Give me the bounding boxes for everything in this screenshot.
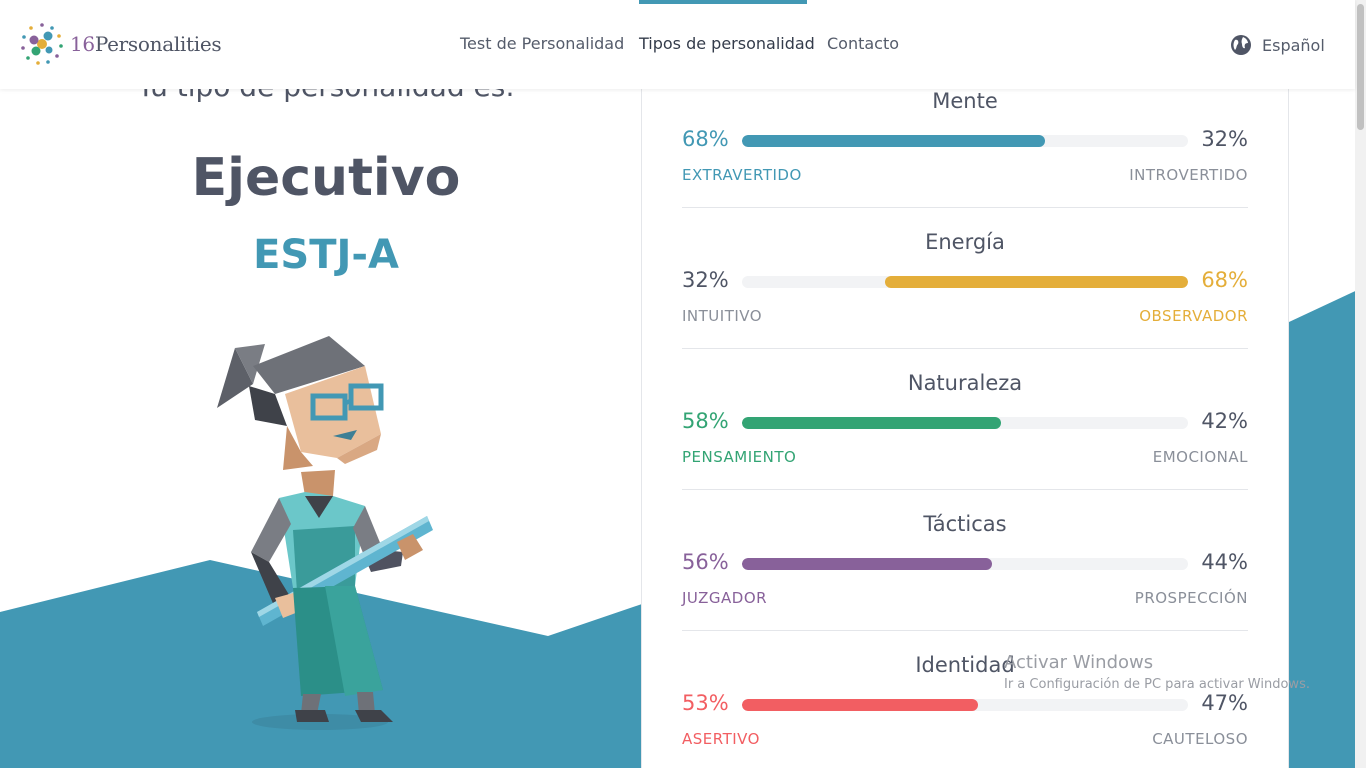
trait-bar-track: [742, 558, 1188, 570]
nav-item-contact[interactable]: Contacto: [827, 34, 899, 53]
trait-divider: [682, 348, 1248, 349]
trait-bar-fill: [742, 558, 992, 570]
trait-bar-track: [742, 276, 1188, 288]
logo-dots-icon: [21, 23, 63, 65]
watermark-title: Activar Windows: [1004, 652, 1154, 673]
scrollbar-thumb[interactable]: [1357, 4, 1364, 130]
page-scrollbar[interactable]: [1355, 0, 1366, 768]
trait-title: Mente: [932, 89, 998, 113]
brand-name: 16Personalities: [70, 32, 222, 56]
trait-right-percent: 44%: [1201, 550, 1248, 574]
watermark-subtitle: Ir a Configuración de PC para activar Wi…: [1004, 677, 1310, 692]
site-header: 16Personalities Test de Personalidad Tip…: [0, 0, 1355, 89]
trait-divider: [682, 489, 1248, 490]
language-selector[interactable]: Español: [1230, 34, 1325, 56]
trait-bar-track: [742, 417, 1188, 429]
personality-type-code: ESTJ-A: [253, 232, 399, 278]
trait-title: Energía: [925, 230, 1005, 254]
trait-bar-track: [742, 699, 1188, 711]
trait-title: Naturaleza: [907, 371, 1023, 395]
trait-right-percent: 42%: [1201, 409, 1248, 433]
trait-divider: [682, 207, 1248, 208]
nav-item-personality-test[interactable]: Test de Personalidad: [460, 34, 624, 53]
trait-left-percent: 58%: [682, 409, 729, 433]
trait-right-label: PROSPECCIÓN: [1134, 589, 1248, 607]
trait-title: Tácticas: [923, 512, 1007, 536]
trait-right-percent: 32%: [1201, 127, 1248, 151]
brand-logo[interactable]: 16Personalities: [20, 22, 222, 66]
trait-energy: Energía 32% 68% INTUITIVO OBSERVADOR: [682, 230, 1248, 371]
trait-left-percent: 56%: [682, 550, 729, 574]
trait-left-percent: 68%: [682, 127, 729, 151]
trait-bar-track: [742, 135, 1188, 147]
trait-right-label: INTROVERTIDO: [1129, 166, 1248, 184]
trait-left-percent: 53%: [682, 691, 729, 715]
trait-right-label: EMOCIONAL: [1152, 448, 1248, 466]
trait-bar-fill: [742, 135, 1046, 147]
active-nav-indicator: [639, 0, 807, 4]
globe-icon: [1231, 35, 1251, 55]
trait-nature: Naturaleza 58% 42% PENSAMIENTO EMOCIONAL: [682, 371, 1248, 512]
trait-left-label: EXTRAVERTIDO: [682, 166, 802, 184]
trait-right-percent: 47%: [1201, 691, 1248, 715]
trait-right-label: OBSERVADOR: [1139, 307, 1248, 325]
trait-tactics: Tácticas 56% 44% JUZGADOR PROSPECCIÓN: [682, 512, 1248, 653]
trait-left-label: JUZGADOR: [682, 589, 768, 607]
trait-left-label: ASERTIVO: [682, 730, 760, 748]
personality-type-name: Ejecutivo: [191, 148, 461, 208]
nav-item-personality-types[interactable]: Tipos de personalidad: [639, 34, 815, 53]
trait-bar-fill: [742, 417, 1001, 429]
trait-divider: [682, 630, 1248, 631]
trait-left-label: INTUITIVO: [682, 307, 763, 325]
trait-bar-fill: [742, 699, 979, 711]
trait-mind: Mente 68% 32% EXTRAVERTIDO INTROVERTIDO: [682, 89, 1248, 230]
trait-right-label: CAUTELOSO: [1152, 730, 1248, 748]
windows-activation-watermark: Activar Windows Ir a Configuración de PC…: [1004, 652, 1310, 692]
executive-avatar-illustration: [217, 336, 433, 730]
trait-right-percent: 68%: [1201, 268, 1248, 292]
language-label: Español: [1262, 35, 1325, 55]
trait-left-label: PENSAMIENTO: [682, 448, 797, 466]
trait-left-percent: 32%: [682, 268, 729, 292]
trait-bar-fill: [884, 276, 1188, 288]
